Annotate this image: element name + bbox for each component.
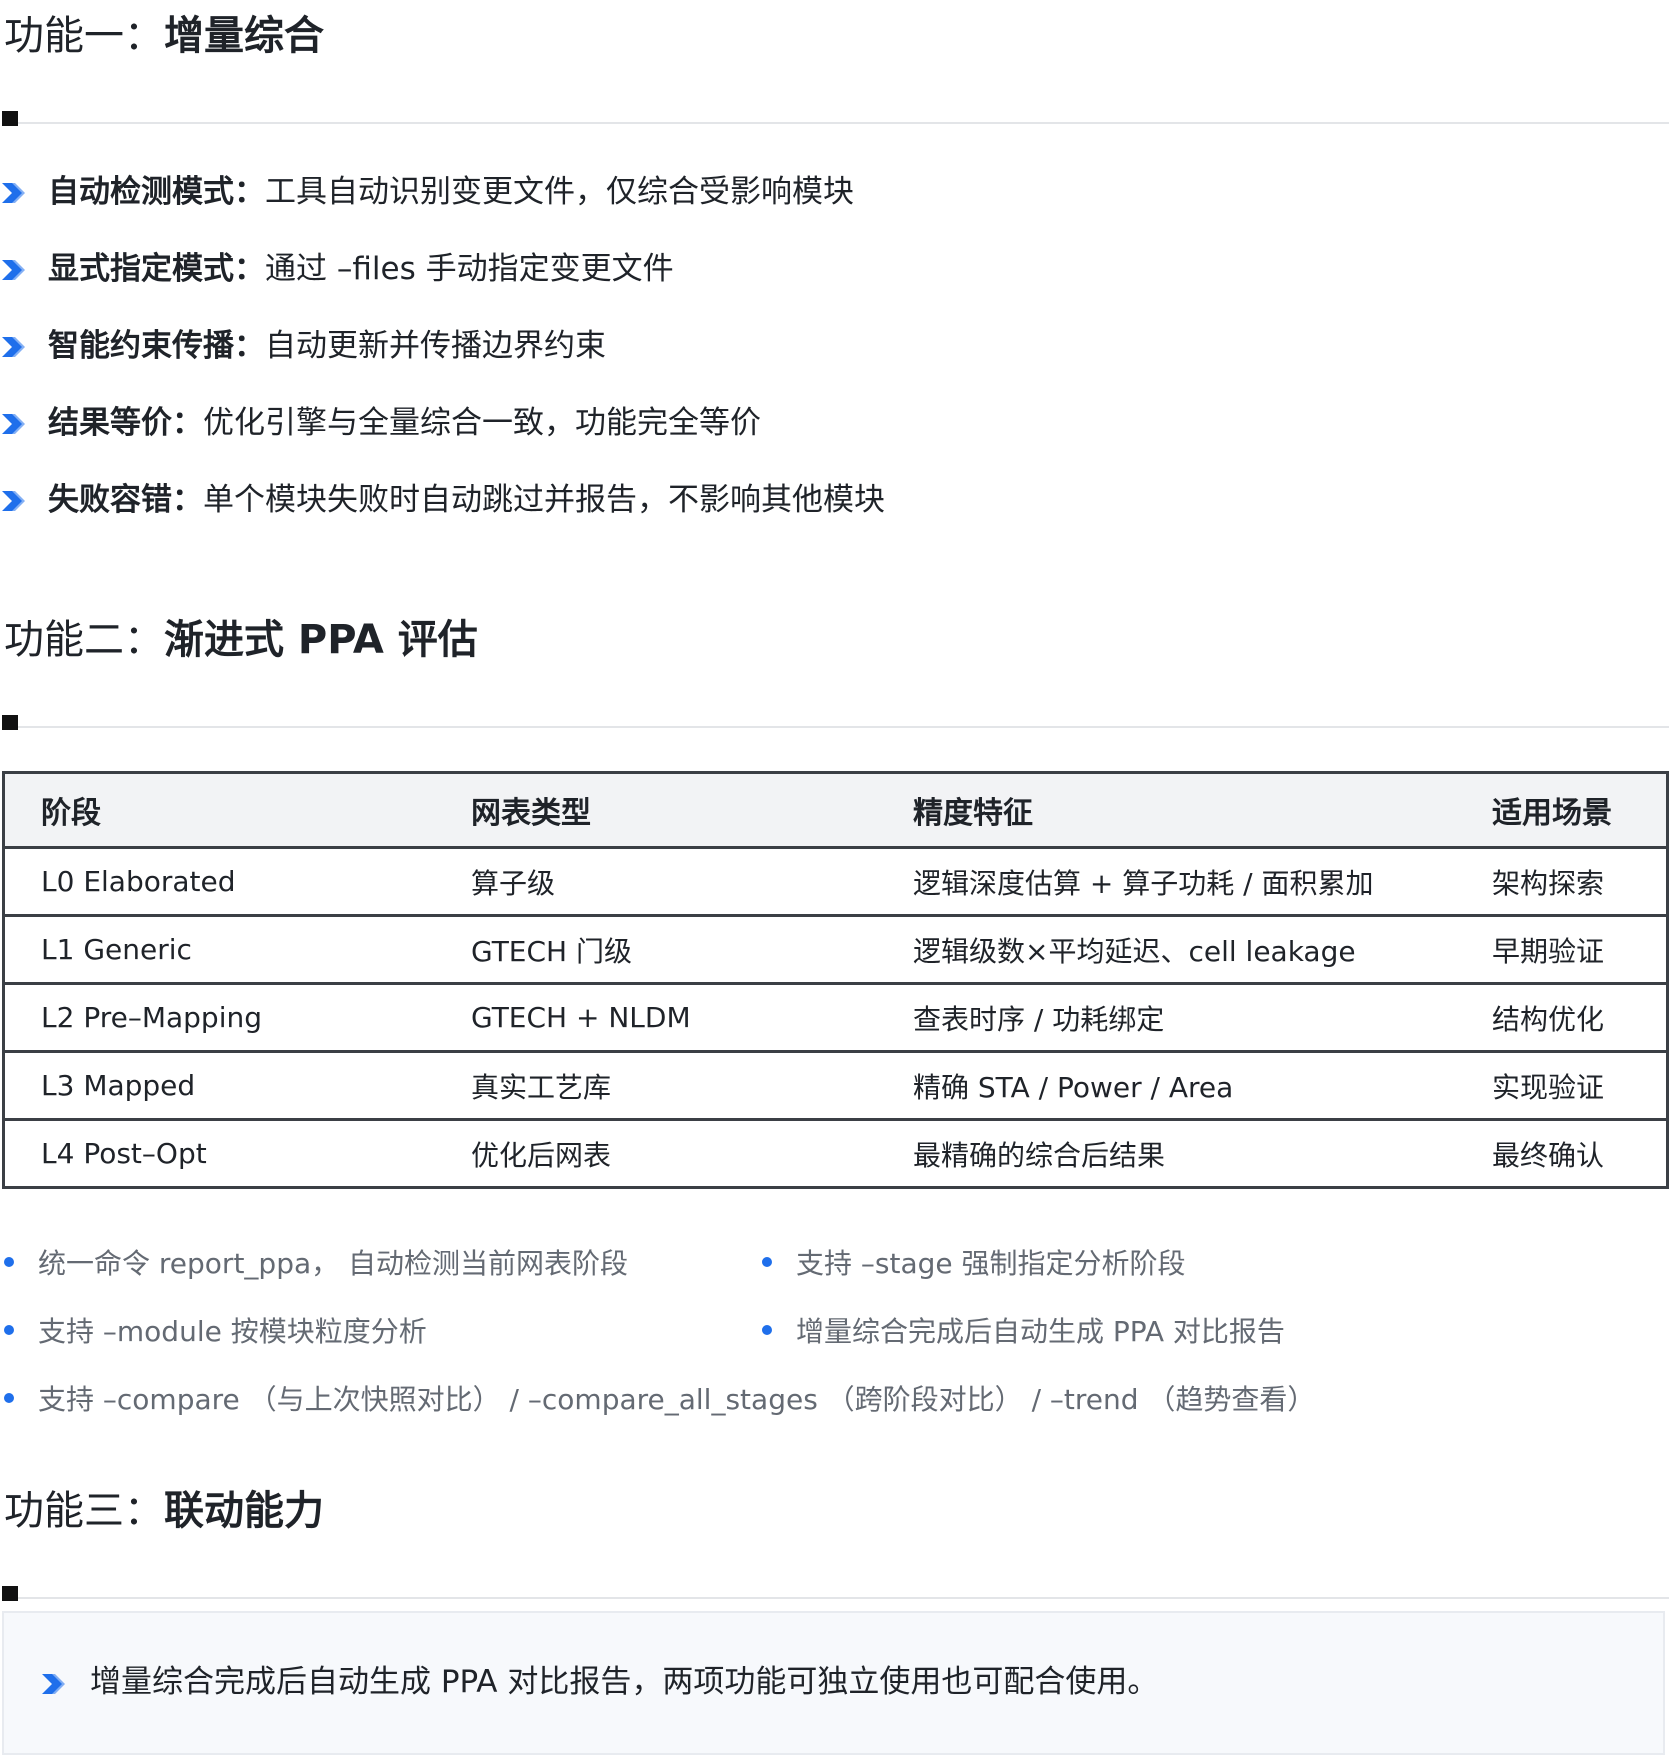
section-divider xyxy=(2,715,1669,731)
table-row: L0 Elaborated 算子级 逻辑深度估算 + 算子功耗 / 面积累加 架… xyxy=(3,847,1668,917)
section-title-text: 联动能力 xyxy=(164,1488,324,1534)
chevron-right-icon xyxy=(2,260,25,280)
note-item: 增量综合完成后自动生成 PPA 对比报告 xyxy=(762,1312,1285,1352)
bullet-dot-icon xyxy=(762,1325,772,1335)
section-title-linkage: 功能三：联动能力 xyxy=(4,1487,324,1535)
table-cell-precision: 查表时序 / 功耗绑定 xyxy=(877,983,1456,1053)
section-prefix: 功能一： xyxy=(4,13,164,59)
feature-text: 智能约束传播：自动更新并传播边界约束 xyxy=(48,324,606,368)
ppa-stage-table: 阶段 网表类型 精度特征 适用场景 L0 Elaborated 算子级 逻辑深度… xyxy=(2,771,1669,1189)
feature-term: 智能约束传播： xyxy=(48,328,265,364)
feature-text: 失败容错：单个模块失败时自动跳过并报告，不影响其他模块 xyxy=(48,478,885,522)
feature-desc: 优化引擎与全量综合一致，功能完全等价 xyxy=(203,405,761,441)
chevron-right-icon xyxy=(2,414,25,434)
table-header-precision: 精度特征 xyxy=(877,772,1456,849)
section-title-incremental-synthesis: 功能一：增量综合 xyxy=(4,12,324,60)
note-text: 支持 –compare （与上次快照对比） / –compare_all_sta… xyxy=(38,1383,1316,1416)
section-prefix: 功能二： xyxy=(4,617,164,663)
divider-line xyxy=(18,726,1669,728)
section-title-text: 渐进式 PPA 评估 xyxy=(164,617,478,663)
bullet-dot-icon xyxy=(4,1393,14,1403)
table-header-netlist-type: 网表类型 xyxy=(435,772,877,849)
feature-desc: 自动更新并传播边界约束 xyxy=(265,328,606,364)
table-cell-stage: L0 Elaborated xyxy=(3,847,435,917)
section-divider xyxy=(2,111,1669,127)
note-text: 统一命令 report_ppa， 自动检测当前网表阶段 xyxy=(38,1247,629,1280)
table-cell-scenario: 架构探索 xyxy=(1456,847,1668,917)
ppa-notes-list: 统一命令 report_ppa， 自动检测当前网表阶段 支持 –stage 强制… xyxy=(0,1244,1671,1454)
table-cell-scenario: 早期验证 xyxy=(1456,915,1668,985)
feature-desc: 通过 –files 手动指定变更文件 xyxy=(265,251,674,287)
table-row: L1 Generic GTECH 门级 逻辑级数×平均延迟、cell leaka… xyxy=(3,915,1668,985)
table-row: L3 Mapped 真实工艺库 精确 STA / Power / Area 实现… xyxy=(3,1051,1668,1121)
feature-term: 结果等价： xyxy=(48,405,203,441)
square-marker-icon xyxy=(2,715,18,730)
table-row: L2 Pre–Mapping GTECH + NLDM 查表时序 / 功耗绑定 … xyxy=(3,983,1668,1053)
feature-desc: 单个模块失败时自动跳过并报告，不影响其他模块 xyxy=(203,482,885,518)
note-item: 支持 –stage 强制指定分析阶段 xyxy=(762,1244,1186,1284)
bullet-dot-icon xyxy=(762,1257,772,1267)
table-cell-netlist-type: 优化后网表 xyxy=(471,1138,612,1172)
table-cell-precision: 逻辑级数×平均延迟、cell leakage xyxy=(877,915,1456,985)
note-text: 增量综合完成后自动生成 PPA 对比报告 xyxy=(796,1315,1285,1348)
bullet-dot-icon xyxy=(4,1325,14,1335)
section-title-ppa-evaluation: 功能二：渐进式 PPA 评估 xyxy=(4,616,478,664)
square-marker-icon xyxy=(2,1586,18,1601)
section-divider xyxy=(2,1586,1669,1602)
table-header-stage: 阶段 xyxy=(3,772,435,849)
table-cell-scenario: 最终确认 xyxy=(1492,1138,1605,1172)
table-cell-precision: 最精确的综合后结果 xyxy=(913,1138,1166,1172)
table-cell-scenario: 实现验证 xyxy=(1456,1051,1668,1121)
feature-text: 自动检测模式：工具自动识别变更文件，仅综合受影响模块 xyxy=(48,170,854,214)
chevron-right-icon xyxy=(2,491,25,511)
note-item: 支持 –compare （与上次快照对比） / –compare_all_sta… xyxy=(4,1380,1315,1420)
table-header-row: 阶段 网表类型 精度特征 适用场景 xyxy=(3,772,1668,849)
note-item: 支持 –module 按模块粒度分析 xyxy=(4,1312,427,1352)
bullet-dot-icon xyxy=(4,1257,14,1267)
chevron-right-icon xyxy=(2,183,25,203)
note-item: 统一命令 report_ppa， 自动检测当前网表阶段 xyxy=(4,1244,628,1284)
section-title-text: 增量综合 xyxy=(164,13,324,59)
table-cell-precision: 精确 STA / Power / Area xyxy=(877,1051,1456,1121)
table-cell-netlist-type: 算子级 xyxy=(435,847,877,917)
note-text: 支持 –stage 强制指定分析阶段 xyxy=(796,1247,1186,1280)
table-cell-scenario: 结构优化 xyxy=(1456,983,1668,1053)
table-cell-netlist-type: 真实工艺库 xyxy=(435,1051,877,1121)
table-header-scenario: 适用场景 xyxy=(1456,772,1668,849)
table-row: L4 Post–Opt 优化后网表 最精确的综合后结果 最终确认 xyxy=(4,1120,1668,1188)
table-cell-stage: L2 Pre–Mapping xyxy=(3,983,435,1053)
feature-text: 显式指定模式：通过 –files 手动指定变更文件 xyxy=(48,247,674,291)
chevron-right-icon xyxy=(2,337,25,357)
feature-term: 显式指定模式： xyxy=(48,251,265,287)
table-cell-netlist-type: GTECH 门级 xyxy=(435,915,877,985)
table-cell-precision: 逻辑深度估算 + 算子功耗 / 面积累加 xyxy=(877,847,1456,917)
square-marker-icon xyxy=(2,111,18,126)
divider-line xyxy=(18,1597,1669,1599)
feature-term: 失败容错： xyxy=(48,482,203,518)
table-cell-stage: L4 Post–Opt xyxy=(41,1137,207,1170)
table-cell-stage: L1 Generic xyxy=(3,915,435,985)
chevron-right-icon xyxy=(42,1674,65,1694)
table-cell-netlist-type: GTECH + NLDM xyxy=(435,983,877,1053)
section-prefix: 功能三： xyxy=(4,1488,164,1534)
table-cell-stage: L3 Mapped xyxy=(3,1051,435,1121)
document-page: 功能一：增量综合 自动检测模式：工具自动识别变更文件，仅综合受影响模块 显式指定… xyxy=(0,0,1671,1761)
callout-text: 增量综合完成后自动生成 PPA 对比报告，两项功能可独立使用也可配合使用。 xyxy=(90,1664,1159,1700)
feature-text: 结果等价：优化引擎与全量综合一致，功能完全等价 xyxy=(48,401,761,445)
note-text: 支持 –module 按模块粒度分析 xyxy=(38,1315,427,1348)
linkage-callout: 增量综合完成后自动生成 PPA 对比报告，两项功能可独立使用也可配合使用。 xyxy=(2,1611,1665,1755)
feature-desc: 工具自动识别变更文件，仅综合受影响模块 xyxy=(265,174,854,210)
feature-term: 自动检测模式： xyxy=(48,174,265,210)
divider-line xyxy=(18,122,1669,124)
